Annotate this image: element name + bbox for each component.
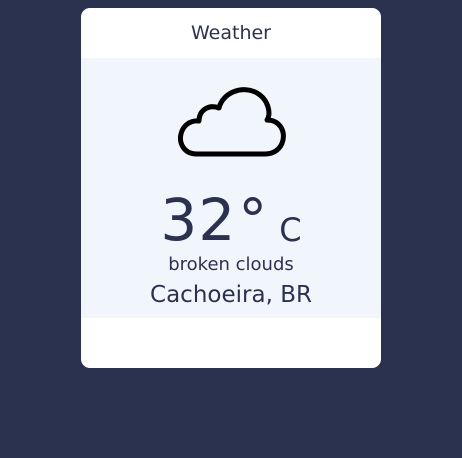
weather-location: Cachoeira, BR	[150, 282, 312, 308]
temperature-unit: C	[279, 211, 302, 249]
temperature-value: 32	[160, 186, 237, 254]
weather-description: broken clouds	[168, 254, 294, 275]
card-title: Weather	[191, 22, 271, 44]
temperature-display: 32 ° C	[81, 180, 381, 252]
card-header: Weather	[81, 8, 381, 58]
weather-card: Weather 32 ° C broken clouds Cachoeira, BR	[81, 8, 381, 368]
degree-symbol: °	[238, 186, 268, 254]
cloud-icon	[177, 86, 287, 160]
weather-panel: 32 ° C broken clouds Cachoeira, BR	[81, 58, 381, 318]
